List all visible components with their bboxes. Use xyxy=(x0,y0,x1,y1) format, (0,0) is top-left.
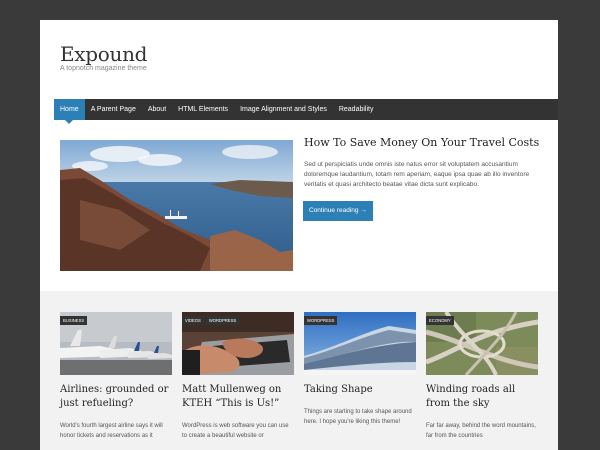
post-card-airlines: BUSINESS Airlines: grounded or just refu… xyxy=(60,312,172,441)
post-card-excerpt: Things are starting to take shape around… xyxy=(304,409,412,425)
post-card-image[interactable]: ECONOMY xyxy=(426,312,538,375)
site-title[interactable]: Expound xyxy=(60,42,147,66)
post-card-image[interactable]: BUSINESS xyxy=(60,312,172,375)
post-card-categories: ECONOMY xyxy=(426,316,454,325)
post-card-categories: WORDPRESS xyxy=(304,316,338,325)
category-tag[interactable]: ECONOMY xyxy=(426,316,454,325)
site-description: A topnotch magazine theme xyxy=(60,65,147,72)
nav-item-html-elements[interactable]: HTML Elements xyxy=(172,99,234,120)
nav-item-home[interactable]: Home xyxy=(54,99,85,124)
post-card-excerpt: WordPress is web software you can use to… xyxy=(182,423,289,439)
post-card-title[interactable]: Taking Shape xyxy=(304,383,416,397)
category-tag[interactable]: WORDPRESS xyxy=(205,316,240,325)
nav-item-parent-page[interactable]: A Parent Page xyxy=(85,99,142,120)
post-card-winding-roads: ECONOMY Winding roads all from the sky F… xyxy=(426,312,538,441)
nav-item-readability[interactable]: Readability xyxy=(333,99,380,120)
post-card-excerpt: Far far away, behind the word mountains,… xyxy=(426,423,536,439)
post-card-categories: BUSINESS xyxy=(60,316,88,325)
featured-post-excerpt: Sed ut perspiciatis unde omnis iste natu… xyxy=(304,161,530,188)
featured-image[interactable] xyxy=(60,140,293,271)
nav-item-image-alignment[interactable]: Image Alignment and Styles xyxy=(234,99,333,120)
post-card-excerpt: World's fourth largest airline says it w… xyxy=(60,423,163,439)
page-container: Expound A topnotch magazine theme Home A… xyxy=(40,20,558,450)
post-card-image[interactable]: WORDPRESS xyxy=(304,312,416,375)
post-card-image[interactable]: VIDEOS WORDPRESS xyxy=(182,312,294,375)
post-card-matt-mullenweg: VIDEOS WORDPRESS Matt Mullenweg on KTEH … xyxy=(182,312,294,441)
post-card-taking-shape: WORDPRESS Taking Shape Things are starti… xyxy=(304,312,416,427)
seaside-cliffs-image xyxy=(60,140,293,271)
category-tag[interactable]: WORDPRESS xyxy=(304,316,338,325)
site-header: Expound A topnotch magazine theme xyxy=(40,20,558,98)
post-card-categories: VIDEOS WORDPRESS xyxy=(182,316,240,325)
post-card-title[interactable]: Winding roads all from the sky xyxy=(426,383,538,411)
featured-post-title[interactable]: How To Save Money On Your Travel Costs xyxy=(304,136,544,149)
nav-item-about[interactable]: About xyxy=(142,99,172,120)
category-tag[interactable]: BUSINESS xyxy=(60,316,88,325)
main-navigation: Home A Parent Page About HTML Elements I… xyxy=(54,99,558,124)
continue-reading-button[interactable]: Continue reading → xyxy=(303,201,373,221)
post-card-title[interactable]: Airlines: grounded or just refueling? xyxy=(60,383,172,411)
post-card-title[interactable]: Matt Mullenweg on KTEH “This is Us!” xyxy=(182,383,294,411)
category-tag[interactable]: VIDEOS xyxy=(182,316,204,325)
